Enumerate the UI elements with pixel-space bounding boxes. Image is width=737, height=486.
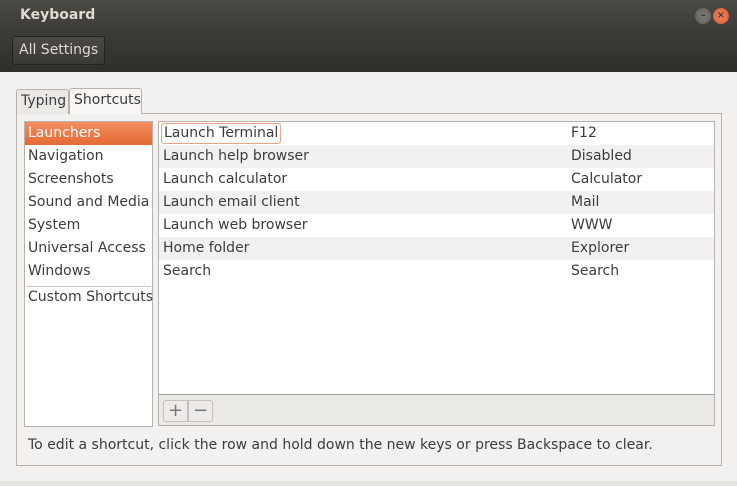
shortcut-keys: Search [571, 263, 620, 279]
minimize-icon[interactable]: – [695, 8, 711, 24]
tab-shortcuts[interactable]: Shortcuts [69, 88, 142, 114]
category-item-custom-shortcuts[interactable]: Custom Shortcuts [25, 286, 153, 309]
shortcut-row[interactable]: Launch calculator Calculator [159, 168, 714, 191]
shortcut-row[interactable]: Launch Terminal F12 [159, 122, 714, 145]
category-item-launchers[interactable]: Launchers [25, 122, 152, 145]
title-bar: Keyboard – × [0, 0, 737, 32]
category-item-universal-access[interactable]: Universal Access [25, 237, 152, 260]
category-item-screenshots[interactable]: Screenshots [25, 168, 152, 191]
shortcut-keys: Mail [571, 194, 600, 210]
shortcut-keys: WWW [571, 217, 613, 233]
category-item-sound-and-media[interactable]: Sound and Media [25, 191, 152, 214]
shortcut-row[interactable]: Search Search [159, 260, 714, 283]
shortcut-row[interactable]: Home folder Explorer [159, 237, 714, 260]
category-item-windows[interactable]: Windows [25, 260, 152, 283]
add-shortcut-button[interactable]: + [163, 400, 188, 422]
category-list: Launchers Navigation Screenshots Sound a… [24, 121, 153, 427]
shortcut-action: Launch web browser [163, 217, 308, 233]
shortcut-action: Search [163, 263, 212, 279]
shortcut-action: Launch help browser [163, 148, 309, 164]
shortcut-keys: Calculator [571, 171, 643, 187]
all-settings-button[interactable]: All Settings [12, 36, 106, 65]
shortcut-action: Launch calculator [163, 171, 288, 187]
shortcut-action: Launch Terminal [161, 123, 282, 144]
shortcut-keys: Explorer [571, 240, 630, 256]
shortcut-keys: Disabled [571, 148, 632, 164]
category-item-navigation[interactable]: Navigation [25, 145, 152, 168]
shortcut-keys: F12 [571, 125, 597, 141]
shortcut-row[interactable]: Launch help browser Disabled [159, 145, 714, 168]
header-toolbar: All Settings [0, 32, 737, 72]
remove-shortcut-button[interactable]: − [188, 400, 213, 422]
shortcut-action: Home folder [163, 240, 250, 256]
close-icon[interactable]: × [713, 8, 729, 24]
shortcut-list-toolbar: + − [158, 394, 715, 426]
window-bottom-edge [0, 481, 737, 486]
shortcut-row[interactable]: Launch email client Mail [159, 191, 714, 214]
category-item-system[interactable]: System [25, 214, 152, 237]
tab-typing[interactable]: Typing [16, 89, 69, 114]
shortcut-list: Launch Terminal F12 Launch help browser … [158, 121, 715, 395]
shortcut-hint-text: To edit a shortcut, click the row and ho… [28, 437, 653, 453]
shortcut-row[interactable]: Launch web browser WWW [159, 214, 714, 237]
window-title: Keyboard [20, 7, 96, 23]
shortcut-action: Launch email client [163, 194, 300, 210]
